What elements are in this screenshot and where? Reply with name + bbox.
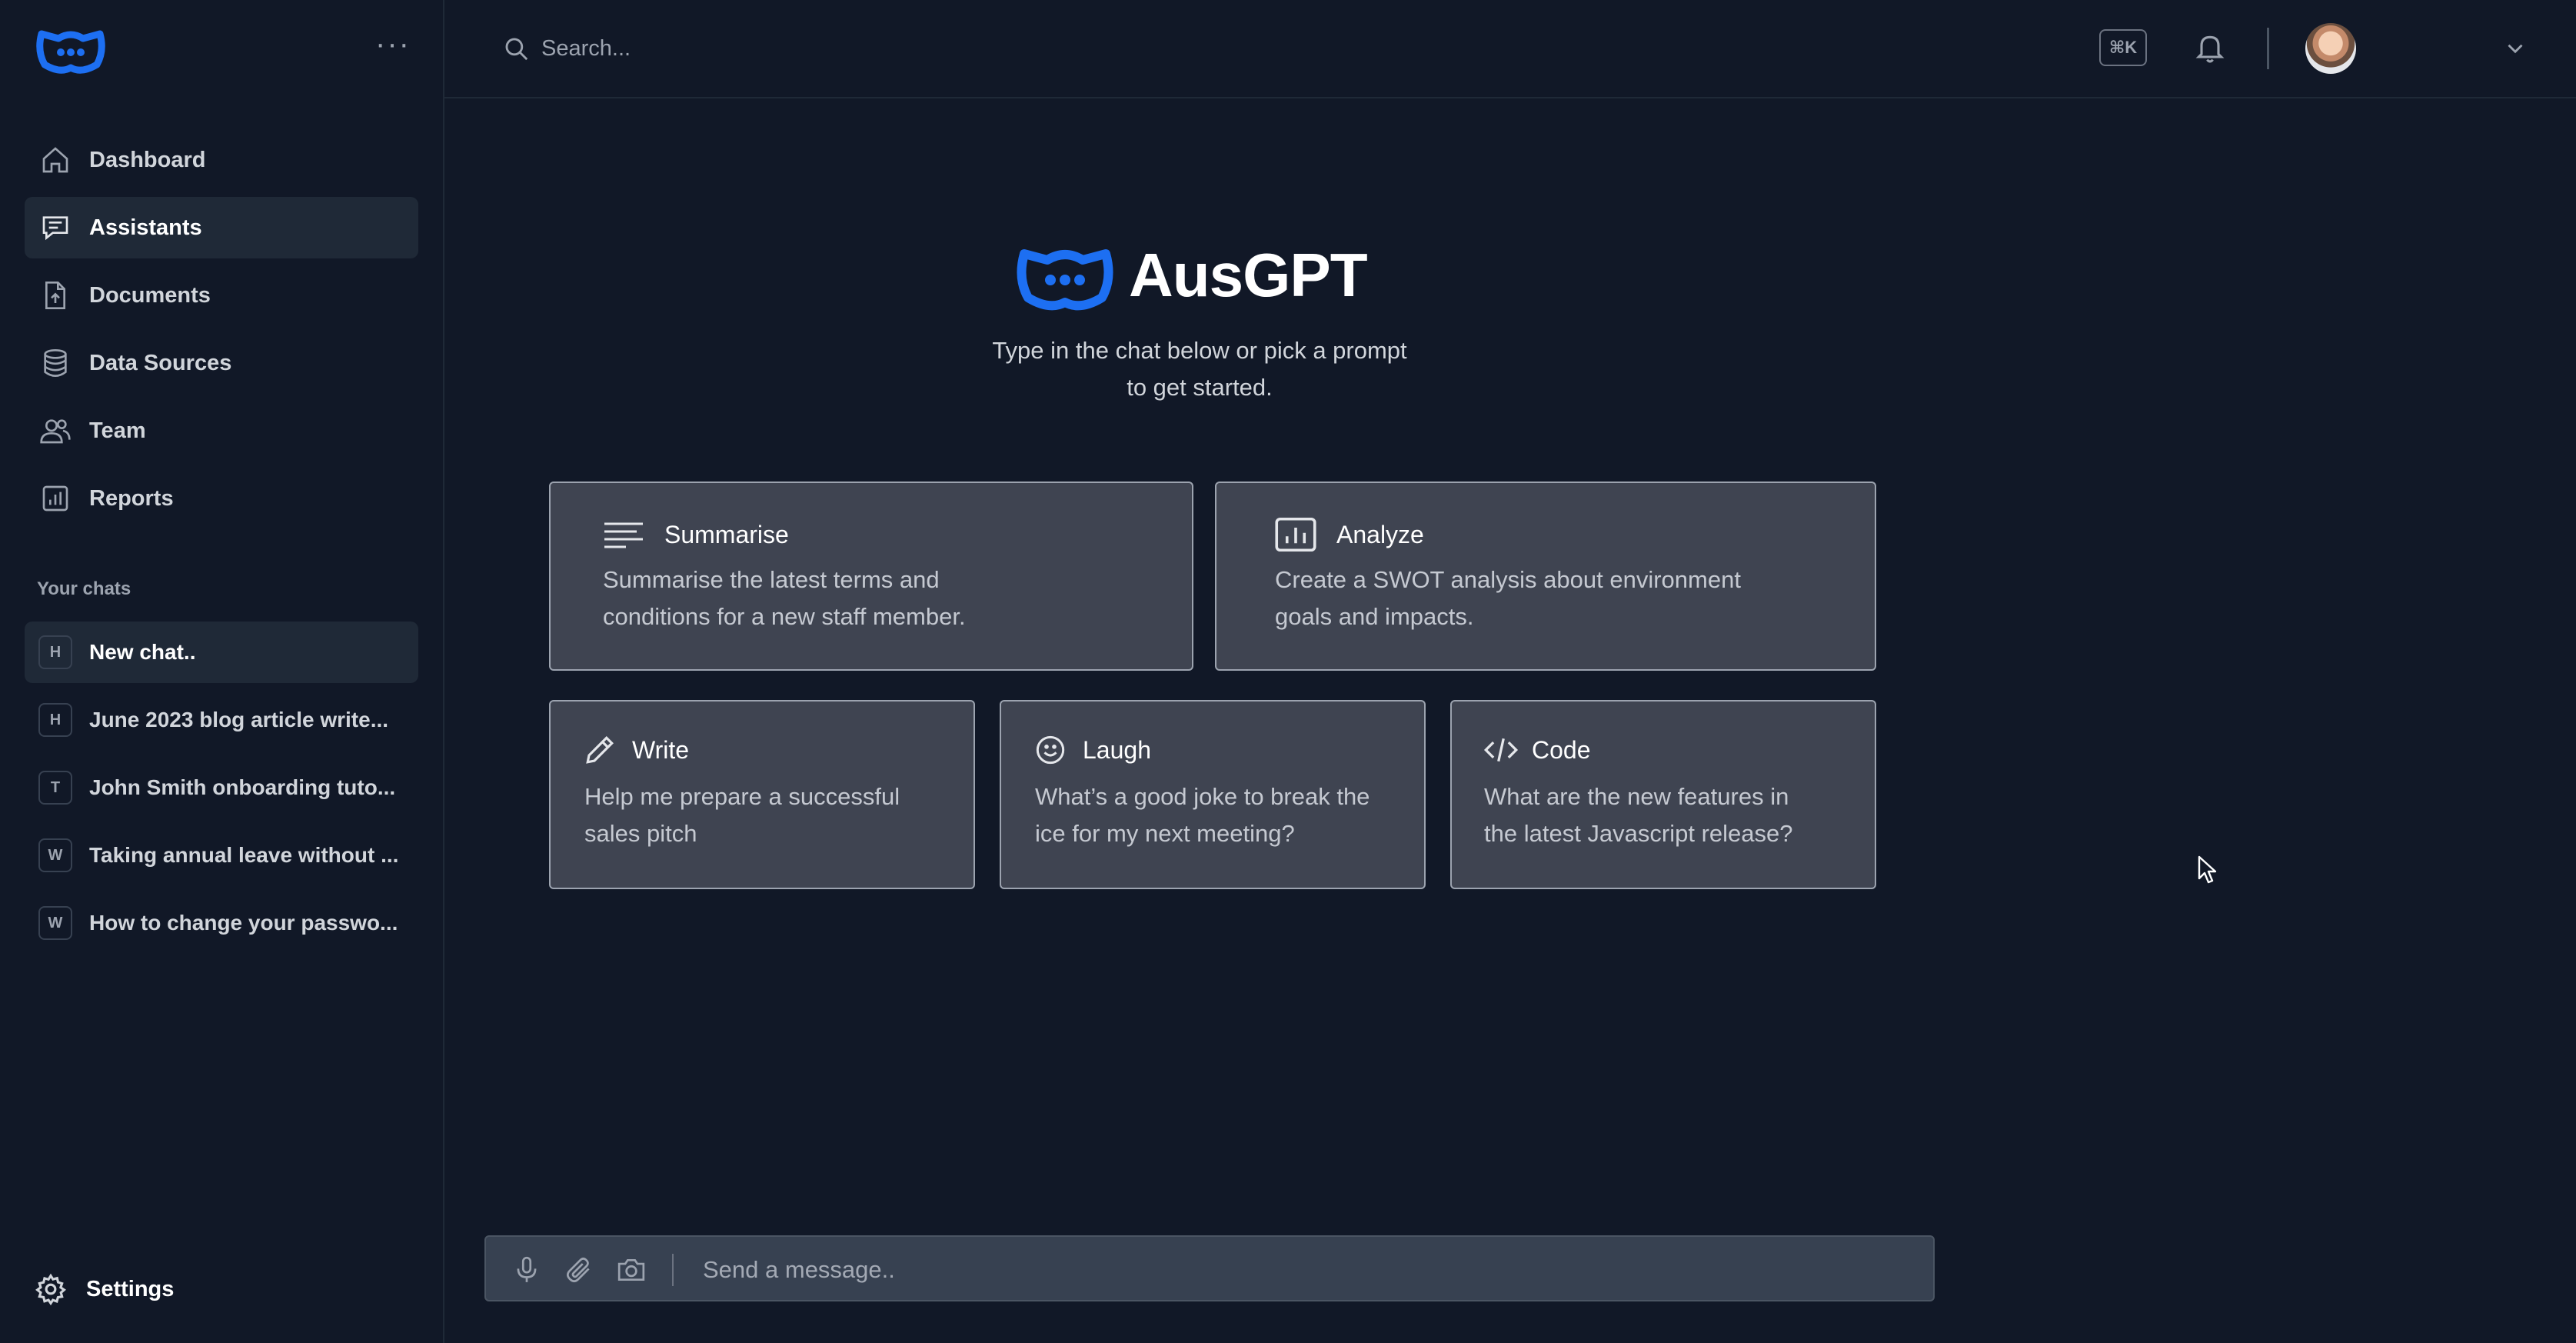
sidebar-item-assistants[interactable]: Assistants — [25, 197, 418, 258]
more-options-icon[interactable]: ··· — [374, 28, 412, 63]
sidebar-item-label: Data Sources — [89, 350, 232, 375]
card-description: What’s a good joke to break the ice for … — [1035, 778, 1370, 852]
chat-item[interactable]: T John Smith onboarding tuto... — [25, 757, 418, 818]
chat-item-label: New chat.. — [89, 640, 196, 664]
sidebar-nav: Dashboard Assistants Documents Data Sour… — [25, 129, 418, 535]
sidebar-header: ··· — [35, 23, 420, 77]
paperclip-icon[interactable] — [564, 1255, 594, 1285]
subtitle-line: to get started. — [1127, 374, 1273, 401]
camera-icon[interactable] — [617, 1255, 646, 1285]
page-title: AusGPT — [1129, 241, 1368, 309]
card-description-line: goals and impacts. — [1275, 603, 1474, 630]
chats-heading: Your chats — [37, 578, 131, 599]
code-icon — [1483, 732, 1519, 768]
keyboard-shortcut-badge[interactable]: ⌘K — [2099, 29, 2147, 66]
database-icon — [38, 346, 72, 380]
ausgpt-logo-icon[interactable] — [35, 23, 106, 77]
chat-badge: H — [38, 635, 72, 669]
card-description-line: What are the new features in — [1484, 783, 1789, 810]
pencil-icon — [583, 732, 617, 768]
chat-item-label: Taking annual leave without ... — [89, 843, 399, 867]
divider — [672, 1254, 674, 1286]
sidebar-item-documents[interactable]: Documents — [25, 265, 418, 326]
chat-icon — [38, 211, 72, 245]
prompt-card-code[interactable]: Code What are the new features in the la… — [1450, 700, 1876, 889]
message-input[interactable] — [703, 1251, 1902, 1289]
search-input[interactable] — [541, 29, 1157, 68]
chat-item[interactable]: W How to change your passwo... — [25, 892, 418, 954]
card-title-label: Code — [1532, 735, 1591, 764]
top-bar: ⌘K — [444, 0, 2576, 98]
card-title: Laugh — [1033, 732, 1151, 768]
prompt-card-analyze[interactable]: Analyze Create a SWOT analysis about env… — [1215, 482, 1876, 671]
bar-chart-icon — [1275, 517, 1316, 552]
card-title-label: Write — [632, 735, 690, 764]
prompt-card-write[interactable]: Write Help me prepare a successful sales… — [549, 700, 975, 889]
card-description: Create a SWOT analysis about environment… — [1275, 562, 1741, 635]
chat-item-label: How to change your passwo... — [89, 911, 398, 935]
chat-badge: H — [38, 703, 72, 737]
divider — [2267, 28, 2269, 69]
card-title: Code — [1483, 732, 1591, 768]
page-subtitle: Type in the chat below or pick a prompt … — [969, 332, 1430, 406]
gear-icon — [35, 1273, 66, 1306]
card-description: Help me prepare a successful sales pitch — [584, 778, 900, 852]
card-title: Write — [583, 732, 689, 768]
sidebar-item-label: Documents — [89, 282, 211, 308]
card-description: What are the new features in the latest … — [1484, 778, 1793, 852]
sidebar-item-data-sources[interactable]: Data Sources — [25, 332, 418, 394]
card-title-label: Analyze — [1336, 520, 1424, 548]
chat-badge: W — [38, 906, 72, 940]
card-description-line: ice for my next meeting? — [1035, 820, 1295, 847]
search-icon — [505, 38, 528, 61]
mouse-cursor-icon — [2198, 855, 2217, 884]
sidebar: ··· Dashboard Assistants Documents Data … — [0, 0, 444, 1343]
card-title-label: Laugh — [1083, 735, 1151, 764]
chevron-down-icon[interactable] — [2502, 35, 2528, 62]
app-window: ··· Dashboard Assistants Documents Data … — [0, 0, 2576, 1343]
home-icon — [38, 143, 72, 177]
subtitle-line: Type in the chat below or pick a prompt — [992, 337, 1407, 364]
card-title: Summarise — [603, 517, 789, 552]
message-composer — [484, 1235, 1935, 1301]
ausgpt-logo-icon — [1017, 249, 1113, 311]
sidebar-item-label: Reports — [89, 485, 174, 511]
microphone-icon[interactable] — [512, 1255, 541, 1285]
card-title-label: Summarise — [664, 520, 789, 548]
card-description-line: What’s a good joke to break the — [1035, 783, 1370, 810]
sidebar-item-team[interactable]: Team — [25, 400, 418, 462]
avatar[interactable] — [2305, 23, 2356, 74]
chat-badge: T — [38, 771, 72, 805]
bell-icon[interactable] — [2193, 31, 2227, 66]
card-description-line: Summarise the latest terms and — [603, 566, 940, 593]
sidebar-item-label: Team — [89, 418, 146, 443]
text-lines-icon — [603, 517, 644, 552]
card-description-line: the latest Javascript release? — [1484, 820, 1793, 847]
prompt-card-summarise[interactable]: Summarise Summarise the latest terms and… — [549, 482, 1193, 671]
sidebar-item-label: Assistants — [89, 215, 202, 240]
bar-chart-icon — [38, 482, 72, 515]
card-description-line: Create a SWOT analysis about environment — [1275, 566, 1741, 593]
chat-item-label: John Smith onboarding tuto... — [89, 775, 396, 799]
smiley-icon — [1033, 732, 1067, 768]
sidebar-item-label: Dashboard — [89, 147, 206, 172]
chat-item-label: June 2023 blog article write... — [89, 708, 389, 731]
card-description-line: sales pitch — [584, 820, 697, 847]
card-description-line: Help me prepare a successful — [584, 783, 900, 810]
settings-button[interactable]: Settings — [34, 1272, 174, 1306]
prompt-card-laugh[interactable]: Laugh What’s a good joke to break the ic… — [1000, 700, 1426, 889]
chat-item[interactable]: H June 2023 blog article write... — [25, 689, 418, 751]
settings-label: Settings — [86, 1276, 175, 1301]
chat-item[interactable]: H New chat.. — [25, 622, 418, 683]
card-description-line: conditions for a new staff member. — [603, 603, 966, 630]
users-icon — [38, 414, 72, 448]
card-description: Summarise the latest terms and condition… — [603, 562, 966, 635]
sidebar-item-reports[interactable]: Reports — [25, 468, 418, 529]
chat-list: H New chat.. H June 2023 blog article wr… — [25, 622, 418, 960]
sidebar-item-dashboard[interactable]: Dashboard — [25, 129, 418, 191]
chat-item[interactable]: W Taking annual leave without ... — [25, 825, 418, 886]
chat-badge: W — [38, 838, 72, 872]
card-title: Analyze — [1275, 517, 1424, 552]
document-upload-icon — [38, 278, 72, 312]
